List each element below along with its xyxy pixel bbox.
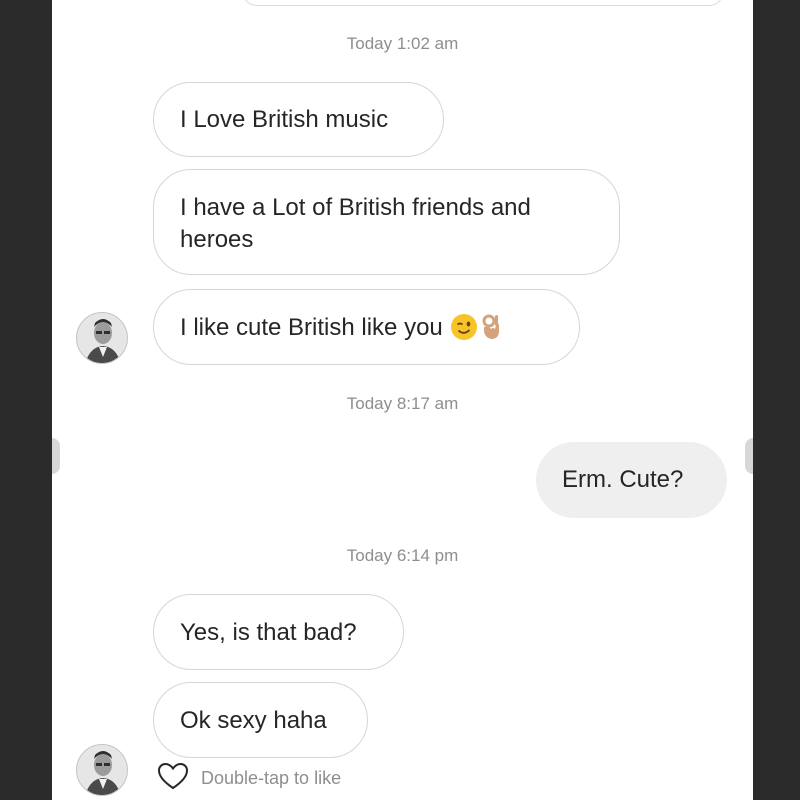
incoming-message[interactable]: I like cute British like you xyxy=(153,289,580,365)
message-text: Yes, is that bad? xyxy=(180,619,357,646)
message-text: I have a Lot of British friends and xyxy=(180,194,531,221)
previous-message-bubble[interactable] xyxy=(242,0,724,6)
like-hint-row[interactable]: Double-tap to like xyxy=(157,762,341,794)
ok-hand-icon xyxy=(481,313,501,341)
message-text: Ok sexy haha xyxy=(180,707,327,734)
timestamp: Today 8:17 am xyxy=(346,394,459,413)
winking-face-icon xyxy=(450,314,477,340)
chat-thread: Today 1:02 am I Love British music I hav… xyxy=(52,0,753,800)
sender-avatar[interactable] xyxy=(76,312,128,364)
message-text: I like cute British like you xyxy=(180,314,443,341)
sender-avatar[interactable] xyxy=(76,744,128,796)
heart-outline-icon[interactable] xyxy=(157,761,189,796)
incoming-message[interactable]: Ok sexy haha xyxy=(153,682,368,758)
incoming-message[interactable]: Yes, is that bad? xyxy=(153,594,404,670)
incoming-message[interactable]: I Love British music xyxy=(153,82,444,157)
message-text: Erm. Cute? xyxy=(562,466,684,493)
next-arrow[interactable] xyxy=(745,438,753,474)
message-text: heroes xyxy=(180,226,254,253)
incoming-message[interactable]: I have a Lot of British friends and hero… xyxy=(153,169,620,275)
timestamp: Today 1:02 am xyxy=(346,34,459,53)
like-hint-label: Double-tap to like xyxy=(201,767,342,788)
message-text: I Love British music xyxy=(180,106,389,133)
timestamp: Today 6:14 pm xyxy=(346,546,459,565)
previous-arrow[interactable] xyxy=(52,438,60,474)
outgoing-message[interactable]: Erm. Cute? xyxy=(536,442,727,518)
